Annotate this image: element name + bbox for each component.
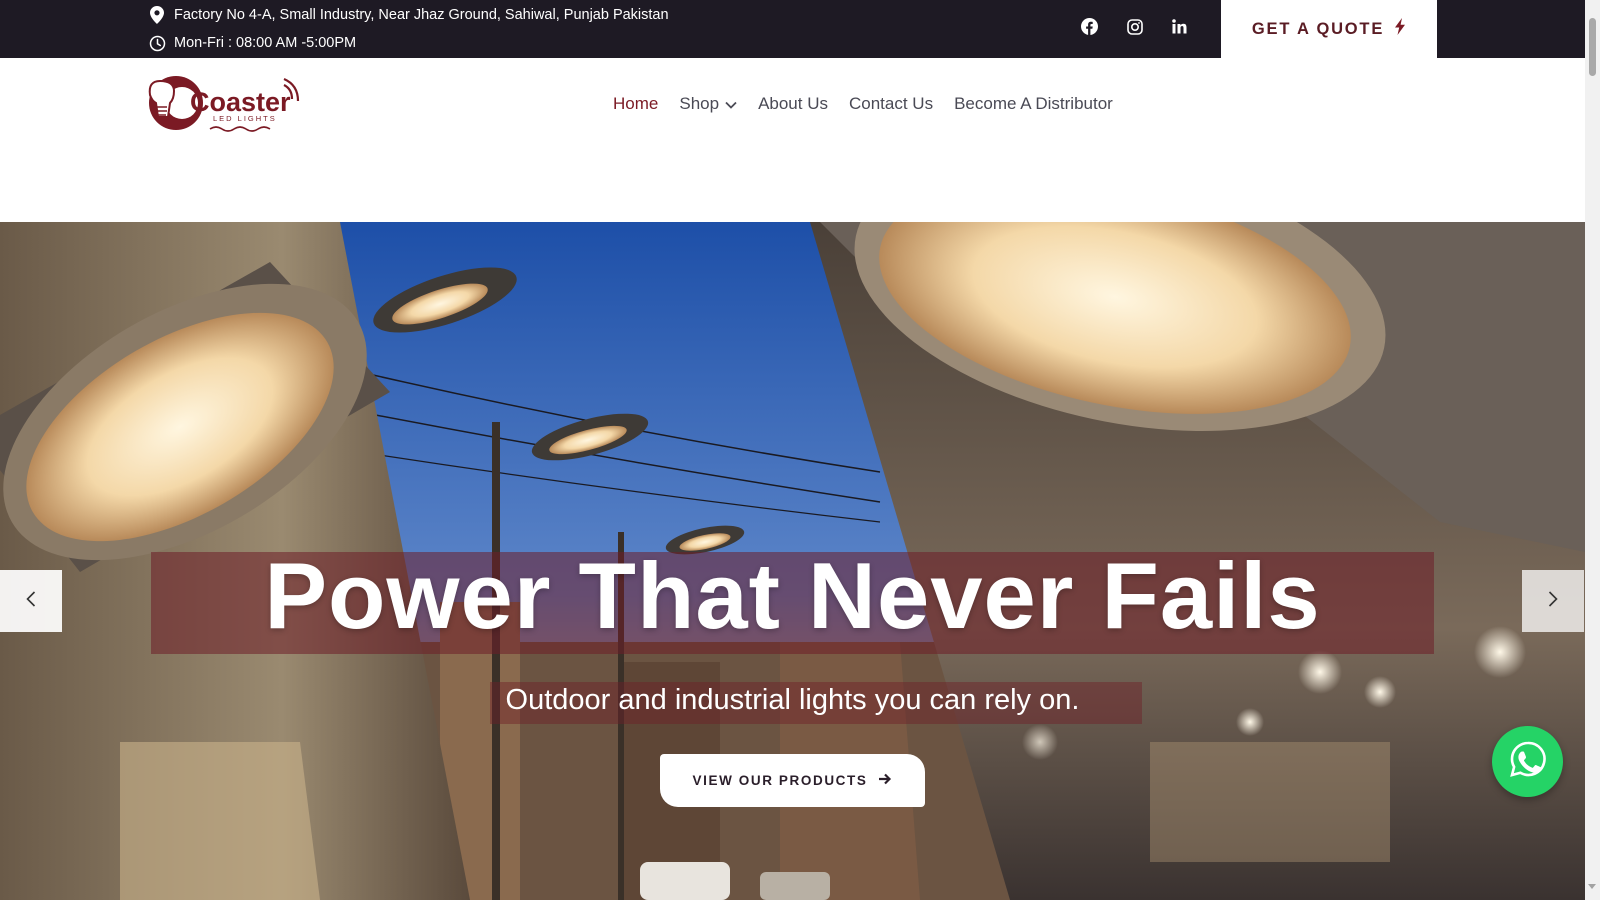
get-a-quote-button[interactable]: GET A QUOTE — [1221, 0, 1437, 58]
nav-shop[interactable]: Shop — [679, 94, 737, 114]
view-products-button[interactable]: VIEW OUR PRODUCTS — [660, 754, 925, 807]
address-line: Factory No 4-A, Small Industry, Near Jha… — [148, 5, 669, 25]
site-logo[interactable]: Coaster LED LIGHTS — [146, 73, 306, 137]
scroll-down-arrow-icon[interactable] — [1588, 884, 1596, 889]
svg-text:LED LIGHTS: LED LIGHTS — [213, 114, 277, 123]
scrollbar-thumb[interactable] — [1589, 18, 1596, 76]
site-header: Coaster LED LIGHTS Home Shop About Us Co… — [0, 58, 1585, 222]
nav-distributor[interactable]: Become A Distributor — [954, 94, 1113, 114]
lightning-icon — [1394, 18, 1406, 40]
nav-home[interactable]: Home — [613, 94, 658, 114]
chevron-down-icon — [725, 94, 737, 114]
facebook-icon[interactable] — [1080, 17, 1099, 36]
main-nav: Home Shop About Us Contact Us Become A D… — [613, 94, 1113, 114]
whatsapp-icon — [1508, 739, 1548, 784]
chevron-right-icon — [1548, 590, 1558, 612]
location-pin-icon — [148, 6, 166, 24]
chevron-left-icon — [26, 590, 36, 612]
hero-slider: Power That Never Fails Outdoor and indus… — [0, 222, 1585, 900]
nav-contact[interactable]: Contact Us — [849, 94, 933, 114]
whatsapp-chat-button[interactable] — [1492, 726, 1563, 797]
slider-next-button[interactable] — [1522, 570, 1584, 632]
cta-label: VIEW OUR PRODUCTS — [692, 773, 868, 788]
instagram-icon[interactable] — [1125, 17, 1144, 36]
page-scrollbar[interactable] — [1585, 0, 1600, 900]
linkedin-icon[interactable] — [1170, 17, 1189, 36]
nav-about[interactable]: About Us — [758, 94, 828, 114]
svg-text:Coaster: Coaster — [190, 87, 291, 117]
address-text: Factory No 4-A, Small Industry, Near Jha… — [174, 7, 669, 23]
hero-subtitle: Outdoor and industrial lights you can re… — [505, 684, 1080, 716]
slider-prev-button[interactable] — [0, 570, 62, 632]
arrow-right-icon — [879, 773, 892, 788]
top-info-bar: Factory No 4-A, Small Industry, Near Jha… — [0, 0, 1585, 58]
hero-headline: Power That Never Fails — [264, 543, 1321, 648]
hours-line: Mon-Fri : 08:00 AM -5:00PM — [148, 33, 356, 53]
quote-button-label: GET A QUOTE — [1251, 19, 1385, 38]
hours-text: Mon-Fri : 08:00 AM -5:00PM — [174, 35, 357, 51]
clock-icon — [148, 34, 166, 52]
nav-shop-label: Shop — [679, 94, 720, 113]
social-links — [1080, 17, 1189, 36]
